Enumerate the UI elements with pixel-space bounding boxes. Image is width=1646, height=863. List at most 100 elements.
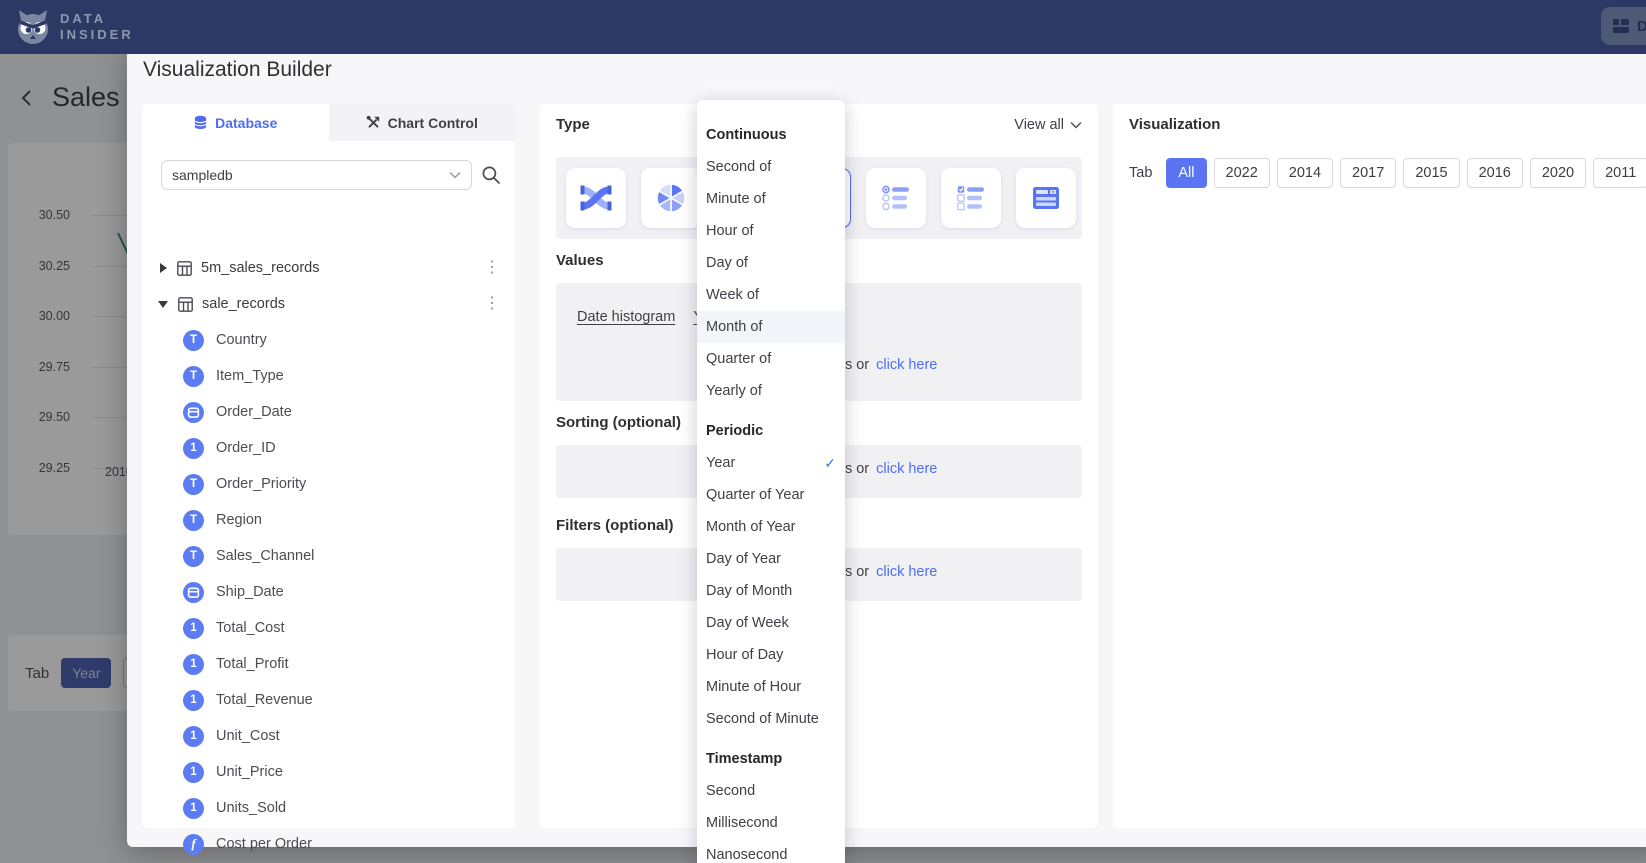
dropdown-item[interactable]: Quarter of	[697, 343, 845, 375]
chevron-down-icon	[449, 171, 461, 179]
field-row[interactable]: 1Total_Revenue	[183, 682, 483, 718]
table-icon	[178, 297, 193, 312]
dropdown-item[interactable]: Hour of	[697, 215, 845, 247]
dropdown-item[interactable]: Day of	[697, 247, 845, 279]
year-tab-row: Tab All 2022 2014 2017 2015 2016 2020 20…	[1129, 158, 1646, 188]
chart-type-radio-list[interactable]	[866, 168, 926, 228]
top-navbar: DATA INSIDER D	[0, 0, 1646, 54]
chart-type-checkbox-list[interactable]	[941, 168, 1001, 228]
field-row[interactable]: TOrder_Priority	[183, 466, 483, 502]
field-row[interactable]: fCost per Order	[183, 826, 483, 862]
table-row-sale-records[interactable]: sale_records ⋮	[142, 286, 515, 322]
year-tab[interactable]: 2014	[1277, 158, 1333, 188]
text-field-icon: T	[183, 510, 204, 531]
field-row[interactable]: 1Total_Profit	[183, 646, 483, 682]
chart-type-pie[interactable]	[641, 168, 701, 228]
field-row[interactable]: Order_Date	[183, 394, 483, 430]
search-icon[interactable]	[481, 165, 501, 185]
table-icon	[177, 261, 192, 276]
chart-type-select-filter[interactable]	[1016, 168, 1076, 228]
dashboard-toggle-button[interactable]: D	[1601, 7, 1646, 45]
dropdown-item[interactable]: Day of Week	[697, 607, 845, 639]
dropdown-item[interactable]: Minute of Hour	[697, 671, 845, 703]
number-field-icon: 1	[183, 726, 204, 747]
click-here-link[interactable]: click here	[876, 461, 937, 477]
check-icon: ✓	[824, 455, 836, 472]
logo-line-2: INSIDER	[60, 27, 134, 43]
text-field-icon: T	[183, 474, 204, 495]
chart-type-sankey[interactable]	[566, 168, 626, 228]
year-tab[interactable]: 2016	[1467, 158, 1523, 188]
year-tab[interactable]: 2022	[1214, 158, 1270, 188]
table-name: 5m_sales_records	[201, 260, 319, 276]
tab-database-label: Database	[215, 115, 277, 131]
text-field-icon: T	[183, 546, 204, 567]
caret-right-icon[interactable]	[160, 263, 167, 273]
field-row[interactable]: TItem_Type	[183, 358, 483, 394]
dropdown-item[interactable]: Quarter of Year	[697, 479, 845, 511]
screen: Sales Sa 30.50 30.25 30.00 29.75 29.50 2…	[0, 0, 1646, 863]
dropdown-item[interactable]: Hour of Day	[697, 639, 845, 671]
dropdown-item[interactable]: Nanosecond	[697, 839, 845, 863]
year-tab[interactable]: 2020	[1530, 158, 1586, 188]
date-field-icon	[183, 402, 204, 423]
database-select-value: sampledb	[172, 167, 233, 183]
tab-chart-control[interactable]: Chart Control	[329, 104, 516, 141]
wrench-hammer-icon	[366, 115, 381, 130]
number-field-icon: 1	[183, 618, 204, 639]
date-field-icon	[183, 582, 204, 603]
field-row[interactable]: TSales_Channel	[183, 538, 483, 574]
field-row[interactable]: TCountry	[183, 322, 483, 358]
dropdown-section-header: Timestamp	[697, 743, 845, 775]
dropdown-item[interactable]: Second of Minute	[697, 703, 845, 735]
tab-database[interactable]: Database	[142, 104, 329, 141]
database-select[interactable]: sampledb	[161, 160, 472, 190]
dropdown-item[interactable]: Millisecond	[697, 807, 845, 839]
value-chip-date-histogram[interactable]: Date histogram	[577, 309, 675, 325]
year-tab-all[interactable]: All	[1166, 158, 1206, 188]
dropdown-item[interactable]: Minute of	[697, 183, 845, 215]
logo-line-1: DATA	[60, 11, 134, 27]
number-field-icon: 1	[183, 798, 204, 819]
text-field-icon: T	[183, 330, 204, 351]
year-tab[interactable]: 2017	[1340, 158, 1396, 188]
field-row[interactable]: 1Order_ID	[183, 430, 483, 466]
dropdown-item[interactable]: Week of	[697, 279, 845, 311]
click-here-link[interactable]: click here	[876, 357, 937, 373]
dropdown-item[interactable]: Second of	[697, 151, 845, 183]
field-row[interactable]: Ship_Date	[183, 574, 483, 610]
app-logo[interactable]: DATA INSIDER	[14, 7, 134, 47]
table-name: sale_records	[202, 296, 285, 312]
dropdown-item[interactable]: Second	[697, 775, 845, 807]
dropdown-item[interactable]: Month of Year	[697, 511, 845, 543]
text-field-icon: T	[183, 366, 204, 387]
field-row[interactable]: 1Total_Cost	[183, 610, 483, 646]
visualization-builder-modal: Visualization Builder Database	[127, 45, 1646, 847]
field-row[interactable]: 1Unit_Cost	[183, 718, 483, 754]
dropdown-item[interactable]: Day of Month	[697, 575, 845, 607]
field-row[interactable]: 1Units_Sold	[183, 790, 483, 826]
dropdown-item-checked[interactable]: Year ✓	[697, 447, 845, 479]
chevron-down-icon	[1070, 121, 1082, 129]
year-tab[interactable]: 2011	[1593, 158, 1646, 188]
dropdown-item[interactable]: Day of Year	[697, 543, 845, 575]
tab-chart-control-label: Chart Control	[388, 115, 478, 131]
kebab-menu-icon[interactable]: ⋮	[484, 260, 500, 276]
dropdown-item[interactable]: Yearly of	[697, 375, 845, 407]
modal-title: Visualization Builder	[143, 58, 332, 82]
kebab-menu-icon[interactable]: ⋮	[484, 296, 500, 312]
number-field-icon: 1	[183, 690, 204, 711]
dropdown-section-header: Periodic	[697, 415, 845, 447]
visualization-panel: Visualization Tab All 2022 2014 2017 201…	[1113, 104, 1646, 828]
view-all-button[interactable]: View all	[1014, 117, 1082, 133]
field-row[interactable]: 1Unit_Price	[183, 754, 483, 790]
click-here-link[interactable]: click here	[876, 564, 937, 580]
owl-logo-icon	[14, 7, 52, 47]
dropdown-section-header: Continuous	[697, 119, 845, 151]
table-row-5m-sales-records[interactable]: 5m_sales_records ⋮	[142, 250, 515, 286]
year-tab[interactable]: 2015	[1403, 158, 1459, 188]
dropdown-item-highlighted[interactable]: Month of	[697, 311, 845, 343]
nav-button-label: D	[1637, 18, 1646, 35]
field-row[interactable]: TRegion	[183, 502, 483, 538]
caret-down-icon[interactable]	[158, 301, 168, 308]
